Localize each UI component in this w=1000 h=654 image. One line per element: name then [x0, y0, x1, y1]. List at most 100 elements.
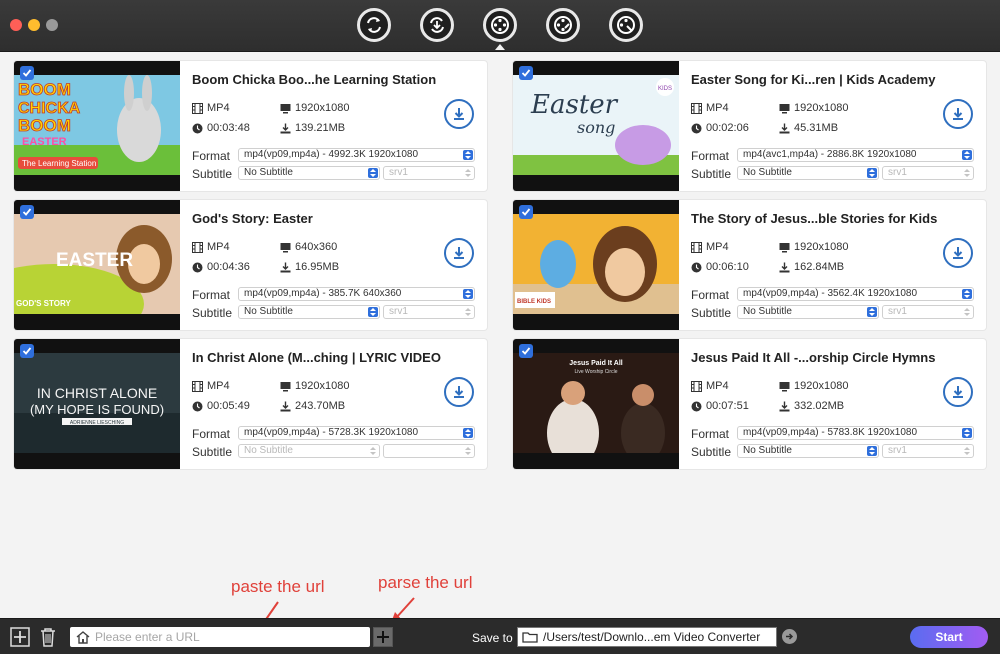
toolbar-convert-button[interactable]: [357, 8, 391, 42]
monitor-icon: [779, 242, 790, 252]
monitor-icon: [280, 103, 291, 113]
thumbnail-image: EASTER GOD'S STORY: [14, 214, 180, 314]
subtitle-value: No Subtitle: [743, 445, 792, 456]
checkmark-icon: [22, 208, 32, 216]
size-text: 332.02MB: [794, 400, 845, 412]
select-checkbox[interactable]: [20, 344, 34, 358]
video-card: Easter song KIDS Easter Song for Ki...re…: [513, 61, 986, 191]
download-refresh-icon: [430, 17, 444, 33]
container-text: MP4: [706, 241, 729, 253]
container-info: MP4: [192, 380, 230, 392]
video-thumbnail[interactable]: BOOM CHICKA BOOM EASTER The Learning Sta…: [14, 61, 180, 191]
toolbar-video-download-button[interactable]: [483, 8, 517, 50]
duration-text: 00:02:06: [706, 122, 749, 134]
svg-text:IN CHRIST ALONE: IN CHRIST ALONE: [37, 385, 157, 401]
subtitle-format-select[interactable]: srv1: [383, 305, 475, 319]
monitor-icon: [280, 381, 291, 391]
annotation-paste-url: paste the url: [231, 577, 325, 596]
format-select[interactable]: mp4(vp09,mp4a) - 5783.8K 1920x1080: [737, 426, 974, 440]
svg-text:Easter: Easter: [530, 90, 619, 120]
video-thumbnail[interactable]: Easter song KIDS: [513, 61, 679, 191]
container-text: MP4: [207, 241, 230, 253]
select-checkbox[interactable]: [20, 66, 34, 80]
film-icon: [691, 241, 702, 253]
resolution-text: 1920x1080: [794, 241, 849, 253]
container-info: MP4: [192, 102, 230, 114]
video-card: Jesus Paid It All Live Worship Circle Je…: [513, 339, 986, 469]
toolbar-video-edit-button[interactable]: [546, 8, 580, 42]
file-size-icon: [280, 123, 291, 133]
resolution-text: 640x360: [295, 241, 338, 253]
select-checkbox[interactable]: [20, 205, 34, 219]
arrow-right-icon: [786, 633, 794, 640]
format-value: mp4(vp09,mp4a) - 5728.3K 1920x1080: [244, 427, 419, 438]
format-select[interactable]: mp4(vp09,mp4a) - 3562.4K 1920x1080: [737, 287, 974, 301]
download-button[interactable]: [943, 238, 973, 268]
video-thumbnail[interactable]: IN CHRIST ALONE (MY HOPE IS FOUND) ADRIE…: [14, 339, 180, 469]
select-checkbox[interactable]: [519, 66, 533, 80]
subtitle-select[interactable]: No Subtitle: [737, 166, 879, 180]
subtitle-select[interactable]: No Subtitle: [238, 444, 380, 458]
download-button[interactable]: [444, 377, 474, 407]
clock-icon: [691, 262, 702, 272]
video-title: Jesus Paid It All -...orship Circle Hymn…: [691, 350, 936, 365]
resolution-text: 1920x1080: [794, 102, 849, 114]
subtitle-label: Subtitle: [192, 445, 233, 459]
save-to-label: Save to: [472, 631, 513, 645]
download-button[interactable]: [943, 377, 973, 407]
select-checkbox[interactable]: [519, 205, 533, 219]
download-button[interactable]: [943, 99, 973, 129]
video-thumbnail[interactable]: BIBLE KIDS: [513, 200, 679, 330]
format-select[interactable]: mp4(vp09,mp4a) - 4992.3K 1920x1080: [238, 148, 475, 162]
subtitle-select[interactable]: No Subtitle: [737, 305, 879, 319]
subtitle-format-select[interactable]: [383, 444, 475, 458]
video-title: Boom Chicka Boo...he Learning Station: [192, 72, 437, 87]
subtitle-format-select[interactable]: srv1: [383, 166, 475, 180]
select-checkbox[interactable]: [519, 344, 533, 358]
svg-text:KIDS: KIDS: [658, 86, 672, 92]
url-input[interactable]: [95, 630, 365, 644]
toolbar-video-tools-button[interactable]: [609, 8, 643, 42]
size-info: 332.02MB: [779, 400, 844, 412]
format-label: Format: [691, 427, 730, 441]
subtitle-select[interactable]: No Subtitle: [737, 444, 879, 458]
subtitle-format-select[interactable]: srv1: [882, 166, 974, 180]
svg-text:GOD'S STORY: GOD'S STORY: [16, 299, 71, 308]
video-thumbnail[interactable]: Jesus Paid It All Live Worship Circle: [513, 339, 679, 469]
toolbar-download-refresh-button[interactable]: [420, 8, 454, 42]
video-download-icon: [491, 16, 509, 34]
minimize-window-button[interactable]: [28, 19, 40, 31]
container-text: MP4: [207, 380, 230, 392]
video-thumbnail[interactable]: EASTER GOD'S STORY: [14, 200, 180, 330]
trash-icon[interactable]: [38, 627, 58, 647]
subtitle-format-value: srv1: [888, 306, 907, 317]
container-info: MP4: [691, 380, 729, 392]
format-select[interactable]: mp4(vp09,mp4a) - 385.7K 640x360: [238, 287, 475, 301]
close-window-button[interactable]: [10, 19, 22, 31]
start-button[interactable]: Start: [910, 626, 988, 648]
format-label: Format: [691, 288, 730, 302]
size-text: 139.21MB: [295, 122, 346, 134]
clock-icon: [192, 401, 203, 411]
fullscreen-window-button[interactable]: [46, 19, 58, 31]
convert-icon: [367, 17, 381, 33]
clock-icon: [192, 123, 203, 133]
subtitle-value: No Subtitle: [244, 167, 293, 178]
svg-text:Jesus Paid It All: Jesus Paid It All: [569, 360, 622, 367]
download-icon: [953, 386, 963, 398]
download-button[interactable]: [444, 238, 474, 268]
subtitle-format-select[interactable]: srv1: [882, 305, 974, 319]
subtitle-select[interactable]: No Subtitle: [238, 305, 380, 319]
format-label: Format: [192, 149, 231, 163]
format-select[interactable]: mp4(vp09,mp4a) - 5728.3K 1920x1080: [238, 426, 475, 440]
subtitle-select[interactable]: No Subtitle: [238, 166, 380, 180]
download-button[interactable]: [444, 99, 474, 129]
save-path-field[interactable]: /Users/test/Downlo...em Video Converter: [517, 627, 777, 647]
subtitle-format-select[interactable]: srv1: [882, 444, 974, 458]
parse-url-button[interactable]: [373, 627, 393, 647]
add-icon[interactable]: [10, 627, 30, 647]
format-select[interactable]: mp4(avc1,mp4a) - 2886.8K 1920x1080: [737, 148, 974, 162]
file-size-icon: [280, 401, 291, 411]
thumbnail-image: BOOM CHICKA BOOM EASTER The Learning Sta…: [14, 75, 180, 175]
open-folder-button[interactable]: [782, 629, 797, 644]
